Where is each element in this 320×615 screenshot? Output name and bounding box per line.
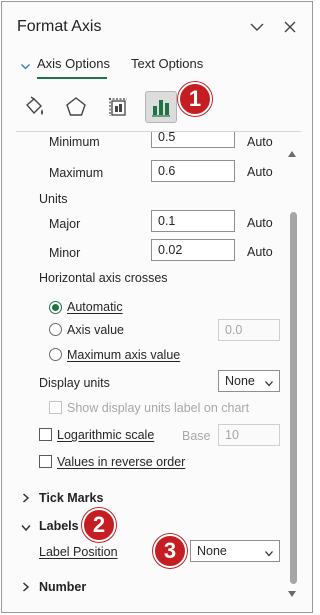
label-position-label: Label Position	[39, 545, 118, 559]
label-position-value: None	[197, 544, 227, 558]
scrollbar-thumb[interactable]	[290, 212, 297, 584]
minimum-input[interactable]: 0.5	[151, 132, 235, 148]
minor-input[interactable]: 0.02	[151, 239, 235, 261]
minor-label: Minor	[49, 246, 81, 260]
maximum-auto-button[interactable]: Auto	[247, 165, 273, 179]
minimum-auto-button[interactable]: Auto	[247, 135, 273, 149]
dropdown-chevron-icon	[265, 546, 273, 560]
automatic-label: Automatic	[67, 300, 123, 314]
callout-badge-1: 1	[178, 82, 212, 116]
axis-value-radio[interactable]	[49, 323, 62, 336]
scroll-down-icon[interactable]	[287, 587, 297, 601]
chevron-down-small-icon	[21, 59, 30, 73]
callout-badge-3: 3	[153, 534, 187, 568]
reverse-order-label: Values in reverse order	[57, 455, 186, 469]
show-units-label-checkbox[interactable]	[49, 401, 62, 414]
tab-axis-options[interactable]: Axis Options	[37, 56, 110, 71]
base-label: Base	[182, 429, 211, 443]
axis-value-input[interactable]: 0.0	[218, 319, 280, 341]
automatic-radio[interactable]	[49, 301, 62, 314]
pane-title: Format Axis	[17, 18, 102, 35]
major-label: Major	[49, 217, 81, 231]
tab-text-options[interactable]: Text Options	[131, 56, 203, 71]
size-properties-icon[interactable]	[102, 91, 134, 123]
logarithmic-scale-checkbox[interactable]	[39, 428, 52, 441]
effects-icon[interactable]	[60, 91, 92, 123]
active-tab-indicator	[37, 77, 107, 79]
show-units-label-text: Show display units label on chart	[67, 401, 250, 415]
units-heading: Units	[39, 192, 68, 206]
close-icon[interactable]	[281, 18, 299, 36]
display-units-select[interactable]: None	[218, 370, 280, 392]
chevron-right-icon[interactable]	[22, 492, 30, 506]
tick-marks-section[interactable]: Tick Marks	[39, 491, 103, 505]
dropdown-chevron-icon	[265, 376, 273, 390]
logarithmic-scale-label: Logarithmic scale	[57, 428, 155, 442]
reverse-order-checkbox[interactable]	[39, 455, 52, 468]
maximum-axis-value-label: Maximum axis value	[67, 348, 181, 362]
chevron-down-icon[interactable]	[248, 18, 266, 36]
number-section[interactable]: Number	[39, 580, 86, 594]
major-auto-button[interactable]: Auto	[247, 216, 273, 230]
maximum-input[interactable]: 0.6	[151, 160, 235, 182]
chevron-down-icon[interactable]	[21, 521, 31, 535]
axis-value-label: Axis value	[67, 323, 124, 337]
base-input[interactable]: 10	[218, 424, 280, 446]
fill-line-icon[interactable]	[18, 91, 50, 123]
maximum-label: Maximum	[49, 166, 104, 180]
display-units-value: None	[225, 374, 255, 388]
chevron-right-icon[interactable]	[22, 581, 30, 595]
callout-badge-2: 2	[82, 508, 116, 542]
axis-options-icon[interactable]	[145, 91, 177, 123]
minor-auto-button[interactable]: Auto	[247, 245, 273, 259]
display-units-label: Display units	[39, 376, 110, 390]
major-input[interactable]: 0.1	[151, 210, 235, 232]
scroll-up-icon[interactable]	[287, 147, 297, 161]
minimum-label: Minimum	[49, 135, 100, 149]
labels-section[interactable]: Labels	[39, 519, 79, 533]
format-axis-pane: Format Axis Axis Options Text Options 1 …	[1, 1, 313, 613]
maximum-axis-value-radio[interactable]	[49, 348, 62, 361]
axis-crosses-heading: Horizontal axis crosses	[39, 271, 168, 285]
label-position-select[interactable]: None	[190, 540, 280, 562]
